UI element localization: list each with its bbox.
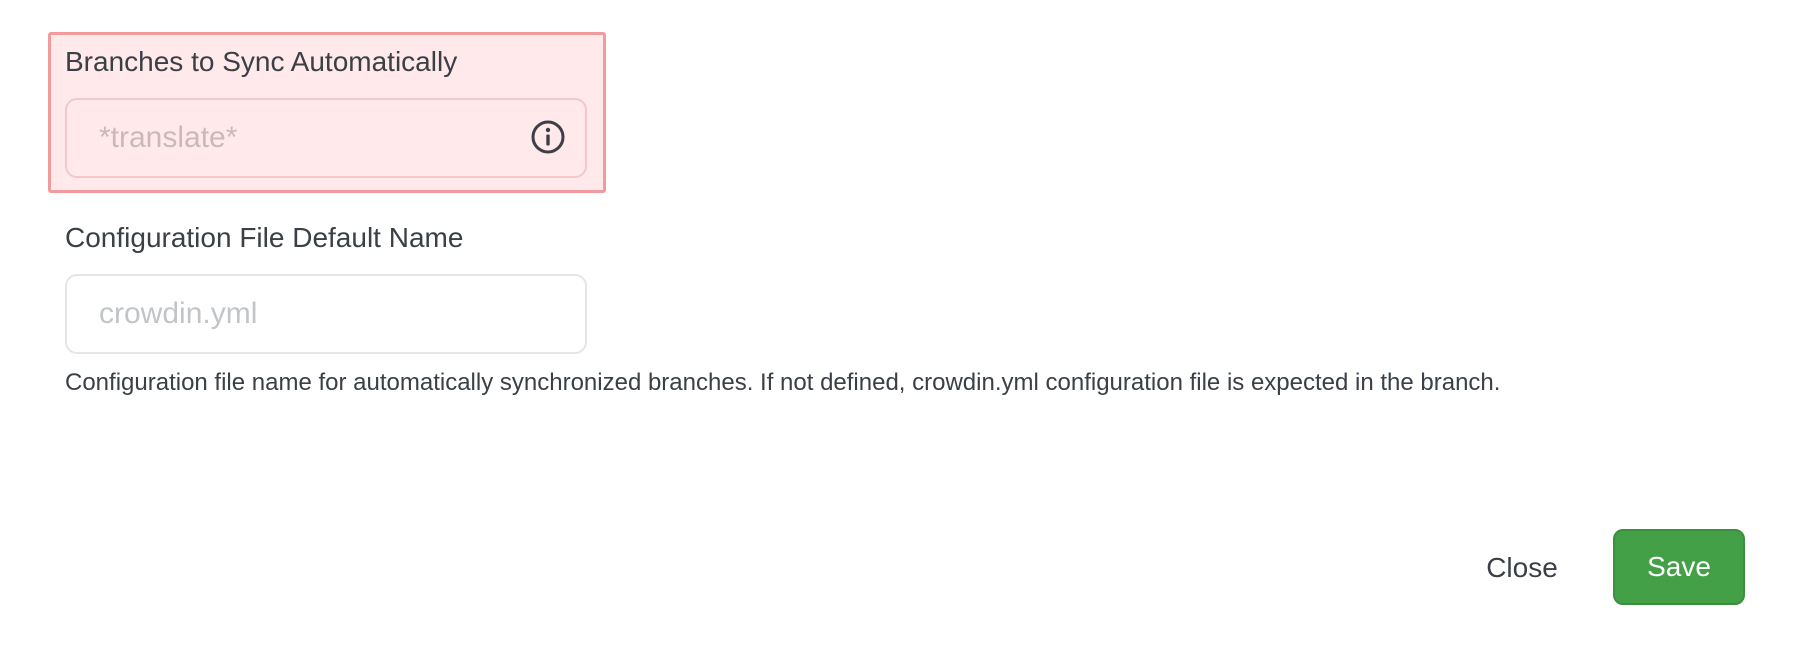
close-button[interactable]: Close [1468, 535, 1576, 601]
save-button[interactable]: Save [1613, 529, 1745, 605]
config-file-help-text: Configuration file name for automaticall… [65, 369, 1501, 396]
config-file-name-input[interactable] [65, 274, 587, 354]
branches-to-sync-input[interactable] [65, 98, 587, 178]
branches-to-sync-label: Branches to Sync Automatically [65, 46, 458, 77]
info-circle-icon[interactable] [530, 119, 566, 155]
sync-settings-form: Branches to Sync Automatically Configura… [0, 0, 1800, 667]
config-file-default-name-label: Configuration File Default Name [65, 222, 464, 253]
